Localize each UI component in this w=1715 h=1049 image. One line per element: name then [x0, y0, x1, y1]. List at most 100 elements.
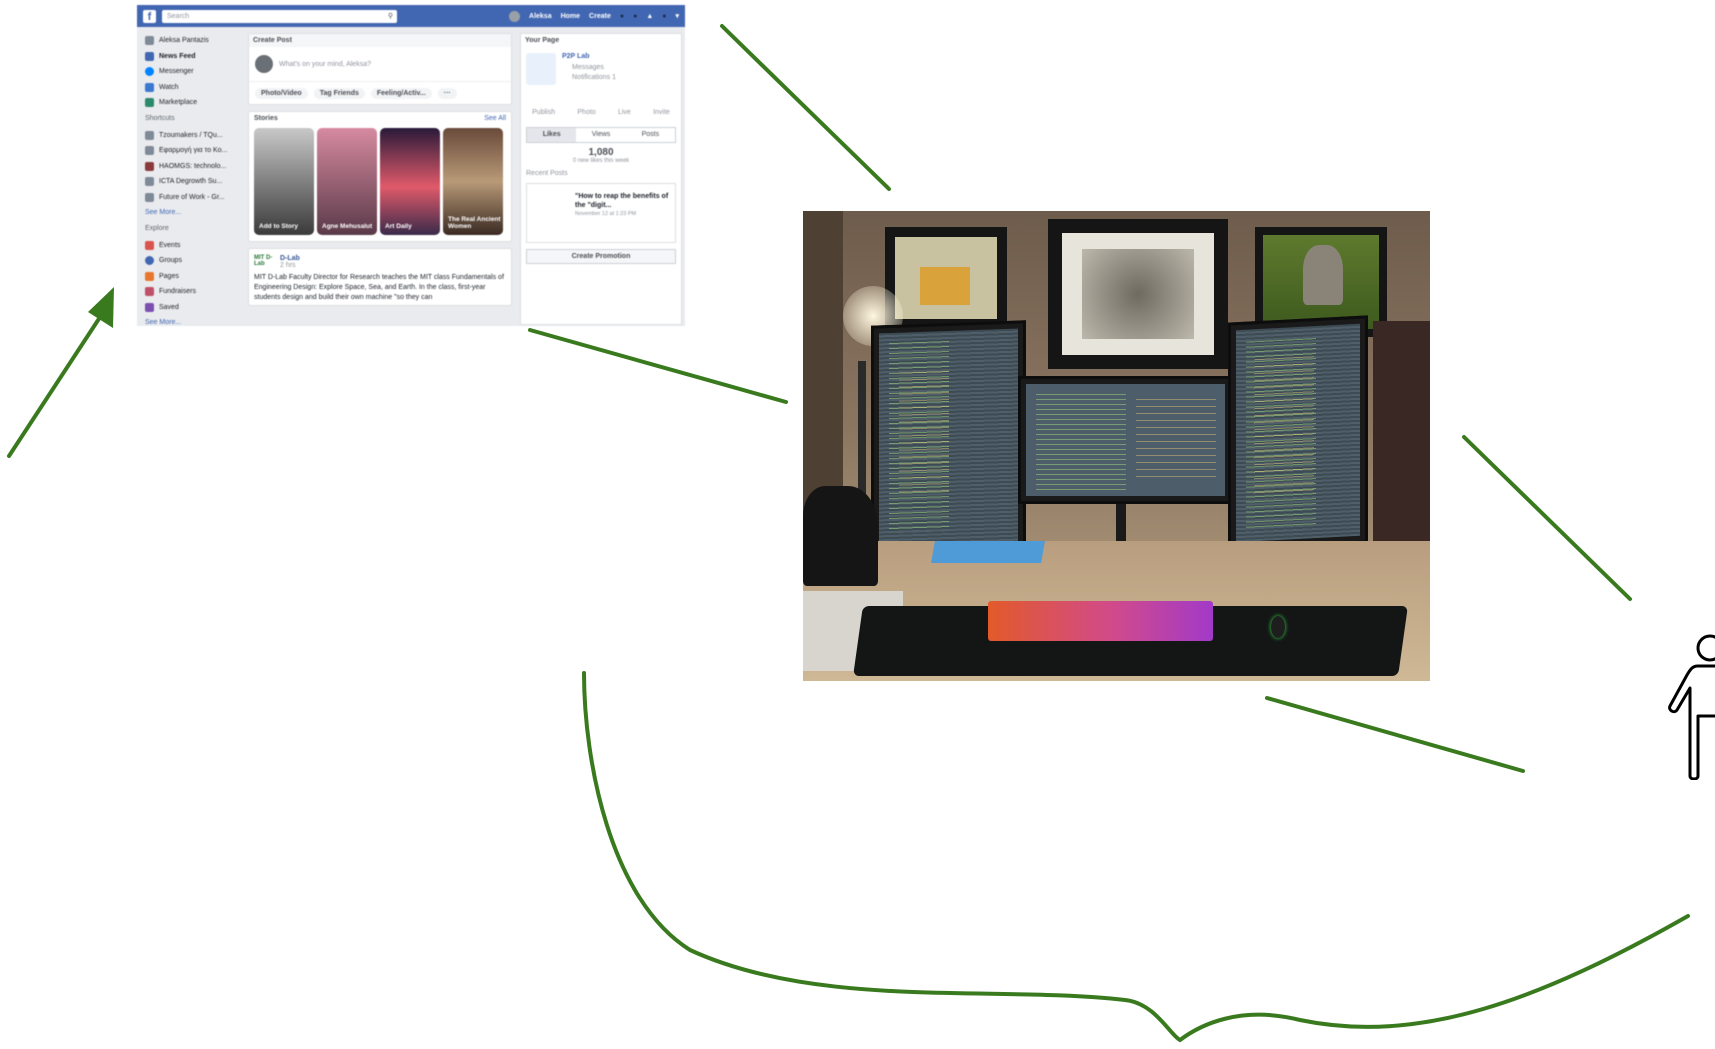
- notebooks: [931, 541, 1045, 563]
- facebook-topbar: f Search ⚲ Aleksa Home Create ● ● ▲ ● ▾: [137, 5, 685, 27]
- shortcut-item[interactable]: Tzoumakers / TQu...: [145, 128, 240, 144]
- recent-post[interactable]: "How to reap the benefits of the "digit.…: [526, 183, 676, 243]
- more-options-button[interactable]: ···: [437, 87, 457, 99]
- invite-tab[interactable]: Invite: [653, 109, 670, 116]
- explore-item[interactable]: Events: [145, 238, 240, 254]
- story-label: Add to Story: [259, 223, 298, 230]
- shortcut-item[interactable]: HAOMGS: technolo...: [145, 159, 240, 175]
- mouse: [1271, 616, 1285, 638]
- connector-line: [528, 328, 788, 404]
- post-header: MIT D-Lab D-Lab 2 hrs: [249, 249, 511, 271]
- post-card: MIT D-Lab D-Lab 2 hrs MIT D-Lab Faculty …: [248, 248, 512, 306]
- left-menu: Aleksa Pantazis News Feed Messenger Watc…: [145, 33, 240, 326]
- feeling-activity-button[interactable]: Feeling/Activ...: [370, 87, 432, 99]
- group-icon: [145, 177, 154, 187]
- home-link[interactable]: Home: [561, 13, 580, 20]
- explore-item[interactable]: Pages: [145, 269, 240, 285]
- story-tile[interactable]: Add to Story: [254, 128, 314, 235]
- story-tile[interactable]: Art Daily: [380, 128, 440, 235]
- see-all-link[interactable]: See All: [484, 112, 506, 126]
- story-label: The Real Ancient Women: [448, 216, 501, 230]
- notifications-count: 1: [612, 74, 616, 81]
- see-more-link[interactable]: See More...: [145, 315, 240, 326]
- tag-friends-button[interactable]: Tag Friends: [313, 87, 365, 99]
- stat-tabs: Likes Views Posts: [526, 127, 676, 143]
- post-author[interactable]: D-Lab: [280, 255, 300, 262]
- fundraisers-icon: [145, 287, 154, 297]
- notifications-link[interactable]: Notifications 1: [562, 74, 616, 81]
- post-text: MIT D-Lab Faculty Director for Research …: [254, 274, 504, 301]
- left-menu-item[interactable]: Watch: [145, 80, 240, 96]
- explore-heading: Explore: [145, 224, 169, 232]
- photo-tab[interactable]: Photo: [577, 109, 595, 116]
- group-icon: [145, 192, 154, 202]
- group-icon: [145, 146, 154, 156]
- live-tab[interactable]: Live: [618, 109, 631, 116]
- page-name[interactable]: P2P Lab: [562, 53, 616, 60]
- messenger-icon[interactable]: ●: [633, 13, 637, 20]
- person-icon: [1668, 634, 1715, 780]
- explore-label: Saved: [159, 303, 179, 311]
- notifications-icon[interactable]: ▲: [646, 13, 653, 20]
- post-time: 2 hrs: [280, 262, 296, 269]
- left-menu-profile[interactable]: Aleksa Pantazis: [145, 33, 240, 49]
- story-tile[interactable]: The Real Ancient Women: [443, 128, 503, 235]
- photo-video-button[interactable]: Photo/Video: [255, 87, 308, 99]
- connector-brace: [582, 671, 1690, 1043]
- group-icon: [145, 130, 154, 140]
- shortcuts-heading: Shortcuts: [145, 114, 175, 122]
- explore-label: Fundraisers: [159, 288, 196, 296]
- your-page-panel: Your Page P2P Lab Messages Notifications…: [520, 33, 682, 325]
- create-link[interactable]: Create: [589, 13, 611, 20]
- left-menu-item[interactable]: News Feed: [145, 49, 240, 65]
- search-icon[interactable]: ⚲: [388, 10, 393, 23]
- posts-tab[interactable]: Posts: [626, 128, 675, 142]
- left-monitor: [871, 320, 1026, 561]
- top-nav: Aleksa Home Create ● ● ▲ ● ▾: [509, 10, 679, 22]
- news-feed-icon: [145, 51, 154, 61]
- facebook-logo-icon[interactable]: f: [143, 9, 156, 23]
- help-icon[interactable]: ●: [662, 13, 666, 20]
- friends-icon[interactable]: ●: [620, 13, 624, 20]
- left-menu-item[interactable]: Messenger: [145, 64, 240, 80]
- stories-card: Stories See All Add to Story Agne Mehusa…: [248, 111, 512, 242]
- dlab-logo: MIT D-Lab: [254, 255, 273, 267]
- create-post-input[interactable]: What's on your mind, Aleksa?: [249, 47, 511, 81]
- explore-label: Pages: [159, 272, 179, 280]
- dropdown-icon[interactable]: ▾: [675, 12, 679, 20]
- see-more-link[interactable]: See More...: [145, 205, 240, 221]
- connector-line: [720, 24, 891, 191]
- picture-frame: [1048, 219, 1228, 369]
- events-icon: [145, 240, 154, 250]
- messages-link[interactable]: Messages: [562, 64, 616, 71]
- create-post-placeholder: What's on your mind, Aleksa?: [279, 60, 371, 68]
- desk-setup-photo: [803, 211, 1430, 681]
- likes-tab[interactable]: Likes: [527, 128, 577, 142]
- left-menu-label: Marketplace: [159, 99, 198, 107]
- publish-tab[interactable]: Publish: [532, 109, 555, 116]
- page-summary: P2P Lab Messages Notifications 1: [521, 47, 681, 91]
- left-menu-label: Messenger: [159, 68, 194, 76]
- recent-posts-heading: Recent Posts: [526, 170, 568, 177]
- explore-item[interactable]: Groups: [145, 253, 240, 269]
- shortcut-label: HAOMGS: technolo...: [159, 162, 227, 170]
- page-logo-icon[interactable]: [526, 53, 556, 85]
- profile-link[interactable]: Aleksa: [529, 13, 552, 20]
- explore-item[interactable]: Saved: [145, 300, 240, 316]
- shortcut-label: Εφαρμογή για το Κο...: [159, 147, 228, 155]
- left-menu-item[interactable]: Marketplace: [145, 95, 240, 111]
- explore-item[interactable]: Fundraisers: [145, 284, 240, 300]
- figurine: [803, 486, 878, 586]
- search-input[interactable]: Search ⚲: [162, 9, 397, 23]
- shortcut-item[interactable]: Future of Work - Gr...: [145, 190, 240, 206]
- search-placeholder: Search: [167, 12, 190, 20]
- groups-icon: [145, 256, 154, 266]
- avatar[interactable]: [509, 10, 521, 22]
- shortcut-label: ICTA Degrowth Su...: [159, 178, 223, 186]
- group-icon: [145, 161, 154, 171]
- views-tab[interactable]: Views: [576, 128, 625, 142]
- create-promotion-button[interactable]: Create Promotion: [526, 249, 676, 264]
- shortcut-item[interactable]: Εφαρμογή για το Κο...: [145, 143, 240, 159]
- shortcut-item[interactable]: ICTA Degrowth Su...: [145, 174, 240, 190]
- story-tile[interactable]: Agne Mehusalut: [317, 128, 377, 235]
